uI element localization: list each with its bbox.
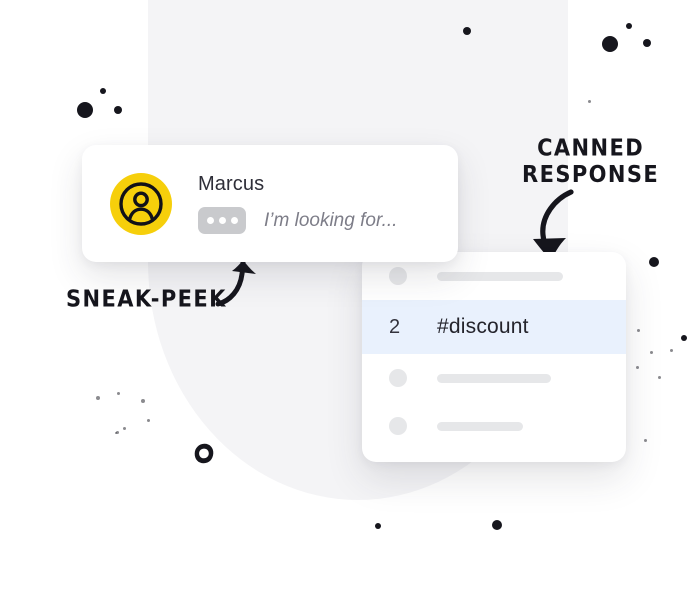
decorative-speck	[669, 348, 673, 352]
placeholder-bar	[437, 373, 551, 383]
avatar	[110, 172, 172, 235]
canned-response-card[interactable]: 2 #discount	[362, 252, 626, 462]
sneak-peek-message: I’m looking for...	[264, 209, 398, 231]
typing-dots-icon	[198, 207, 246, 234]
illustration-canvas: CANNED RESPONSE SNEAK-PEEK 2 #discount M…	[0, 0, 700, 601]
sneak-peek-card[interactable]: Marcus I’m looking for...	[82, 145, 458, 262]
decorative-speck	[141, 399, 145, 403]
canned-response-item-number: 2	[389, 315, 401, 338]
decorative-speck	[643, 438, 647, 442]
decorative-speck	[657, 375, 661, 379]
annotation-canned-response: CANNED RESPONSE	[522, 135, 659, 188]
decorative-speck	[96, 396, 100, 400]
annotation-sneak-peek: SNEAK-PEEK	[66, 285, 227, 313]
annotation-sneak-peek-text: SNEAK-PEEK	[66, 285, 227, 313]
decorative-dot	[649, 257, 659, 267]
sneak-peek-visitor-name: Marcus	[198, 173, 265, 195]
decorative-speck	[115, 432, 117, 434]
placeholder-bar	[437, 271, 563, 281]
decorative-dot	[100, 88, 106, 94]
placeholder-bar	[437, 421, 523, 431]
decorative-speck	[116, 391, 120, 395]
decorative-dot	[602, 36, 618, 52]
decorative-dot	[643, 39, 651, 47]
decorative-speck	[649, 350, 653, 354]
decorative-speck	[636, 328, 640, 332]
placeholder-bullet-icon	[389, 267, 407, 285]
canned-response-item-discount[interactable]: 2 #discount	[362, 300, 626, 354]
annotation-canned-line2: RESPONSE	[522, 160, 660, 188]
decorative-dot	[463, 27, 471, 35]
decorative-dot	[114, 106, 122, 114]
decorative-speck	[122, 426, 126, 430]
decorative-speck	[635, 365, 639, 369]
canned-response-placeholder-row[interactable]	[362, 402, 626, 450]
decorative-dot	[375, 523, 381, 529]
decorative-dot	[626, 23, 632, 29]
canned-response-placeholder-row[interactable]	[362, 354, 626, 402]
annotation-canned-line1: CANNED	[537, 134, 645, 161]
placeholder-bullet-icon	[389, 417, 407, 435]
canned-response-item-label: #discount	[437, 315, 529, 338]
decorative-speck	[587, 99, 591, 103]
decorative-speck	[146, 418, 150, 422]
user-circle-icon	[119, 181, 163, 226]
hand-drawn-ring-icon	[194, 443, 214, 464]
decorative-dot	[492, 520, 502, 530]
placeholder-bullet-icon	[389, 369, 407, 387]
decorative-dot	[77, 102, 93, 118]
curved-up-arrow-icon	[212, 257, 258, 314]
decorative-dot	[681, 335, 687, 341]
